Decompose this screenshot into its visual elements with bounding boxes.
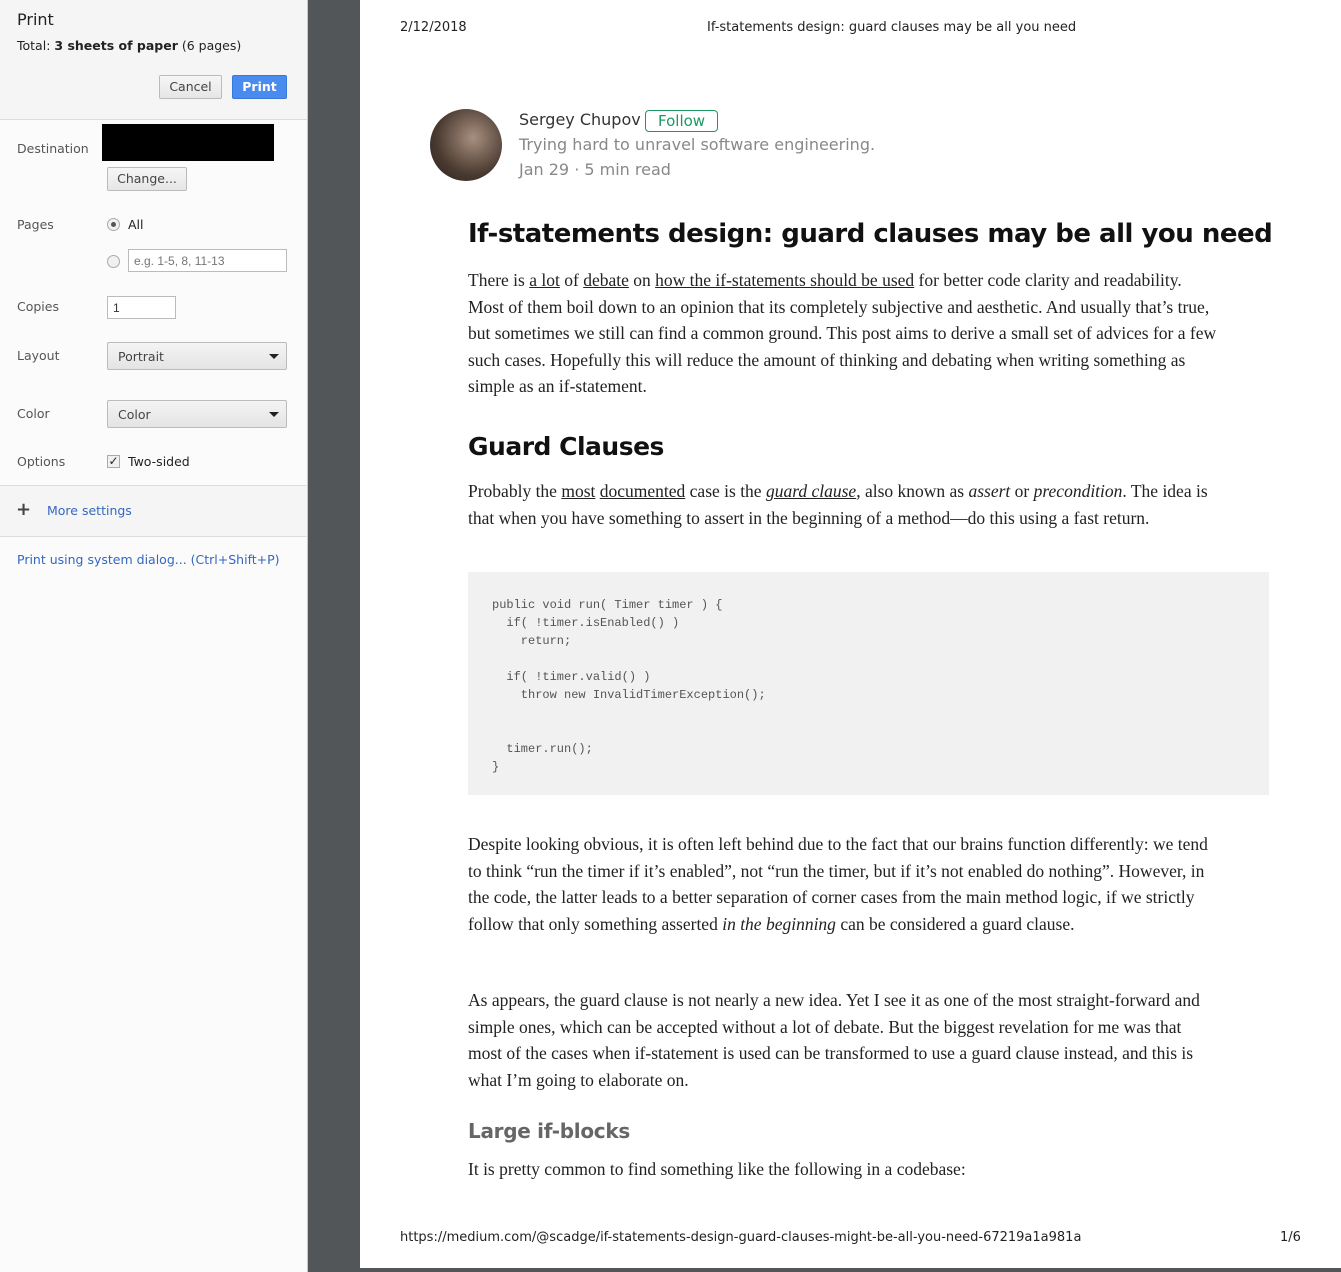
text-segment: can be considered a guard clause.	[835, 913, 1075, 934]
paragraph-common: It is pretty common to find something li…	[468, 1156, 1218, 1183]
paragraph-guard-clause: Probably the most documented case is the…	[468, 478, 1218, 531]
color-label: Color	[17, 406, 50, 421]
section-heading-large-if-blocks: Large if-blocks	[468, 1119, 630, 1143]
section-heading-guard-clauses: Guard Clauses	[468, 432, 664, 461]
paragraph-despite: Despite looking obvious, it is often lef…	[468, 831, 1218, 937]
layout-select[interactable]: Portrait	[107, 342, 287, 370]
color-select[interactable]: Color	[107, 400, 287, 428]
two-sided-label: Two-sided	[128, 454, 190, 469]
change-destination-button[interactable]: Change...	[107, 167, 187, 191]
pages-all-radio[interactable]	[107, 218, 120, 231]
copies-input[interactable]	[107, 296, 176, 319]
page-date: 2/12/2018	[400, 20, 467, 35]
page-url: https://medium.com/@scadge/if-statements…	[400, 1230, 1082, 1245]
text-segment: in the beginning	[722, 913, 836, 934]
more-settings-link[interactable]: More settings	[47, 503, 132, 518]
print-settings-panel: Print Total: 3 sheets of paper (6 pages)…	[0, 0, 308, 1272]
total-prefix: Total:	[17, 38, 55, 53]
cancel-button[interactable]: Cancel	[159, 75, 222, 99]
text-segment: There is	[468, 270, 530, 290]
copies-label: Copies	[17, 299, 59, 314]
destination-label: Destination	[17, 141, 89, 156]
destination-redacted	[102, 124, 274, 161]
text-segment: or	[1010, 481, 1034, 501]
inline-link[interactable]: how the if-statements should be used	[655, 270, 914, 290]
print-button[interactable]: Print	[232, 75, 287, 99]
two-sided-checkbox[interactable]: ✓	[107, 455, 120, 468]
print-summary: Total: 3 sheets of paper (6 pages)	[17, 38, 290, 53]
layout-label: Layout	[17, 348, 60, 363]
page-number: 1/6	[1280, 1230, 1301, 1245]
follow-button[interactable]: Follow	[645, 110, 719, 132]
system-dialog-link[interactable]: Print using system dialog... (Ctrl+Shift…	[17, 552, 280, 567]
dialog-title: Print	[17, 10, 54, 29]
author-name: Sergey Chupov	[519, 110, 641, 129]
author-avatar	[430, 109, 502, 181]
inline-link[interactable]: documented	[600, 481, 686, 501]
print-preview-page: 2/12/2018 If-statements design: guard cl…	[360, 0, 1341, 1268]
total-pages: (6 pages)	[177, 38, 242, 53]
author-bio: Trying hard to unravel software engineer…	[519, 135, 876, 154]
paragraph-intro: There is a lot of debate on how the if-s…	[468, 267, 1218, 400]
inline-link[interactable]: most	[561, 481, 595, 501]
pages-custom-radio[interactable]	[107, 255, 120, 268]
pages-all-label: All	[128, 217, 144, 232]
pages-label: Pages	[17, 217, 54, 232]
text-segment: Probably the	[468, 481, 562, 501]
total-sheets: 3 sheets of paper	[54, 38, 178, 53]
inline-link[interactable]: guard clause	[766, 481, 856, 501]
code-block: public void run( Timer timer ) { if( !ti…	[468, 572, 1269, 795]
paragraph-as-appears: As appears, the guard clause is not near…	[468, 987, 1218, 1093]
article-title: If-statements design: guard clauses may …	[468, 219, 1273, 249]
options-label: Options	[17, 454, 66, 469]
more-settings-section[interactable]: + More settings	[0, 485, 307, 537]
print-header: Print Total: 3 sheets of paper (6 pages)…	[0, 0, 307, 120]
plus-icon: +	[16, 499, 32, 520]
inline-link[interactable]: debate	[583, 270, 629, 290]
text-segment: assert	[968, 481, 1011, 501]
chevron-down-icon	[269, 412, 279, 417]
layout-value: Portrait	[118, 349, 164, 364]
text-segment: , also known as	[856, 481, 969, 501]
text-segment: It is pretty common to find something li…	[468, 1159, 966, 1179]
pages-range-input[interactable]	[128, 249, 287, 272]
text-segment: on	[628, 270, 656, 290]
text-segment: of	[559, 270, 584, 290]
post-meta: Jan 29 · 5 min read	[519, 160, 671, 179]
inline-link[interactable]: a lot	[529, 270, 560, 290]
text-segment: As appears, the guard clause is not near…	[468, 990, 1200, 1090]
text-segment: precondition	[1033, 481, 1123, 501]
color-value: Color	[118, 407, 151, 422]
chevron-down-icon	[269, 354, 279, 359]
page-header-title: If-statements design: guard clauses may …	[707, 20, 1077, 35]
text-segment: case is the	[685, 481, 766, 501]
